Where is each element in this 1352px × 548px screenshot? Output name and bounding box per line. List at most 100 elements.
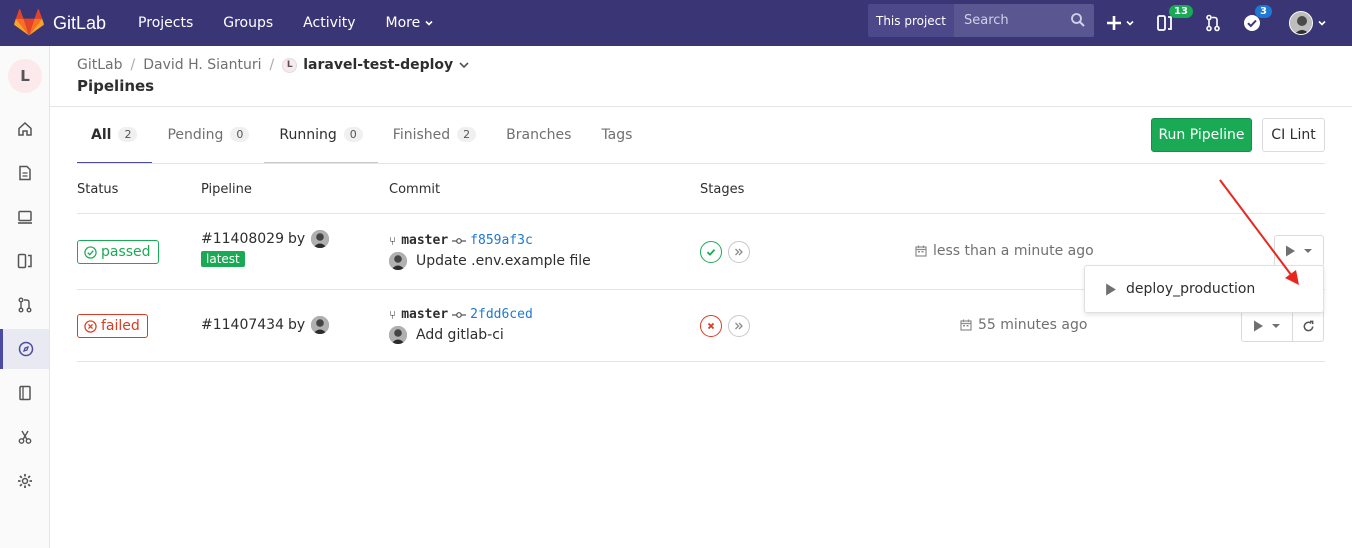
- search-scope-badge[interactable]: This project: [868, 4, 954, 37]
- user-menu[interactable]: [1289, 11, 1327, 35]
- sidebar-item-registry[interactable]: [0, 197, 49, 237]
- manual-play-toggle[interactable]: [1275, 236, 1323, 266]
- status-badge[interactable]: passed: [77, 240, 159, 264]
- book-icon: [18, 385, 31, 401]
- play-icon: [1254, 320, 1264, 332]
- monitor-icon: [17, 210, 32, 224]
- sidebar-item-settings[interactable]: [0, 461, 49, 501]
- pipeline-id-row-1: #11408029 by: [201, 230, 330, 248]
- plus-icon: [1107, 16, 1121, 30]
- tab-all[interactable]: All 2: [77, 107, 153, 164]
- new-dropdown[interactable]: [1106, 15, 1135, 31]
- status-badge[interactable]: failed: [77, 314, 148, 338]
- merge-requests-link[interactable]: [1205, 14, 1221, 32]
- issues-icon: [17, 253, 32, 269]
- manual-play-toggle[interactable]: [1242, 311, 1292, 341]
- manual-actions-dropdown[interactable]: [1274, 235, 1324, 267]
- pipeline-link[interactable]: #11408029: [201, 231, 284, 247]
- table-divider: [77, 213, 1325, 214]
- status-label: failed: [101, 318, 140, 334]
- breadcrumb-root[interactable]: GitLab: [77, 57, 123, 73]
- avatar[interactable]: [311, 316, 330, 334]
- tab-label: Branches: [506, 126, 572, 143]
- sidebar-item-merge-requests[interactable]: [0, 285, 49, 325]
- tab-running[interactable]: Running 0: [264, 107, 378, 164]
- stage-failed-button[interactable]: [700, 315, 722, 337]
- gitlab-logo-icon: [14, 9, 44, 36]
- ci-lint-button[interactable]: CI Lint: [1262, 118, 1325, 152]
- commit-sha-link[interactable]: 2fdd6ced: [470, 307, 533, 322]
- tab-pending[interactable]: Pending 0: [152, 107, 264, 164]
- status-label: passed: [101, 244, 151, 260]
- project-sidebar: L: [0, 46, 50, 548]
- chevron-down-icon: [1272, 324, 1281, 328]
- breadcrumb-project[interactable]: L laravel-test-deploy: [282, 57, 470, 73]
- issues-link[interactable]: 13: [1157, 5, 1193, 32]
- breadcrumb-group[interactable]: David H. Sianturi: [143, 57, 261, 73]
- stage-skipped-button[interactable]: [728, 315, 750, 337]
- breadcrumb: GitLab / David H. Sianturi / L laravel-t…: [77, 57, 470, 73]
- nav-activity[interactable]: Activity: [303, 15, 355, 31]
- status-failed-icon: [84, 319, 97, 333]
- search-icon: [1071, 13, 1085, 27]
- pipeline-actions: [1241, 310, 1324, 342]
- avatar[interactable]: [389, 326, 407, 344]
- top-navbar: GitLab Projects Groups Activity More Thi…: [0, 0, 1352, 46]
- nav-projects[interactable]: Projects: [138, 15, 193, 31]
- todos-link[interactable]: 3: [1243, 5, 1272, 32]
- project-avatar-small: L: [282, 57, 298, 73]
- status-failed-icon: [707, 322, 715, 330]
- run-pipeline-button[interactable]: Run Pipeline: [1151, 118, 1252, 152]
- brand-name: GitLab: [53, 12, 107, 33]
- stage-skipped-button[interactable]: [728, 241, 750, 263]
- sidebar-item-snippets[interactable]: [0, 417, 49, 457]
- stage-success-button[interactable]: [700, 241, 722, 263]
- gitlab-home-link[interactable]: GitLab: [14, 9, 106, 37]
- commit-ref-row-2: ⑂ master 2fdd6ced: [389, 307, 533, 322]
- navbar-icons: 13 3: [1106, 0, 1349, 46]
- commit-message-link[interactable]: Add gitlab-ci: [416, 327, 504, 343]
- rocket-icon: [18, 341, 34, 357]
- commit-message-link[interactable]: Update .env.example file: [416, 253, 591, 269]
- tab-finished[interactable]: Finished 2: [378, 107, 491, 164]
- pipeline-by-label: by: [288, 317, 306, 333]
- tab-branches[interactable]: Branches: [491, 107, 586, 164]
- main-nav: Projects Groups Activity More: [138, 15, 464, 31]
- user-avatar: [1289, 11, 1313, 35]
- commit-title-row-1: Update .env.example file: [389, 252, 591, 270]
- chevron-down-icon: [459, 62, 469, 69]
- finished-time-row-1: less than a minute ago: [915, 243, 1094, 259]
- tab-label: All: [91, 126, 112, 143]
- chevron-down-icon: [1318, 20, 1326, 26]
- sidebar-item-issues[interactable]: [0, 241, 49, 281]
- tab-tags[interactable]: Tags: [586, 107, 647, 164]
- tab-label: Finished: [392, 126, 451, 143]
- status-skipped-icon: [735, 322, 743, 330]
- nav-more[interactable]: More: [386, 15, 435, 31]
- avatar[interactable]: [389, 252, 407, 270]
- pipeline-link[interactable]: #11407434: [201, 317, 284, 333]
- sidebar-item-repository[interactable]: [0, 153, 49, 193]
- tab-label: Pending: [167, 126, 224, 143]
- avatar[interactable]: [311, 230, 330, 248]
- manual-action-deploy-production[interactable]: deploy_production: [1084, 265, 1324, 313]
- manual-action-label: deploy_production: [1126, 281, 1256, 297]
- issues-count-badge: 13: [1169, 5, 1193, 18]
- commit-sha-link[interactable]: f859af3c: [470, 233, 533, 248]
- nav-groups[interactable]: Groups: [223, 15, 273, 31]
- branch-link[interactable]: master: [401, 307, 448, 322]
- retry-button[interactable]: [1292, 311, 1323, 341]
- status-skipped-icon: [735, 248, 743, 256]
- search-box: This project: [868, 4, 1094, 37]
- sidebar-item-ci-cd[interactable]: [0, 329, 49, 369]
- tab-label: Tags: [601, 126, 633, 143]
- calendar-icon: [915, 245, 927, 257]
- sidebar-item-wiki[interactable]: [0, 373, 49, 413]
- project-avatar[interactable]: L: [8, 59, 42, 93]
- branch-link[interactable]: master: [401, 233, 448, 248]
- column-header-stages: Stages: [700, 182, 745, 197]
- column-header-pipeline: Pipeline: [201, 182, 252, 197]
- sidebar-item-overview[interactable]: [0, 109, 49, 149]
- document-icon: [18, 165, 31, 181]
- home-icon: [17, 121, 32, 136]
